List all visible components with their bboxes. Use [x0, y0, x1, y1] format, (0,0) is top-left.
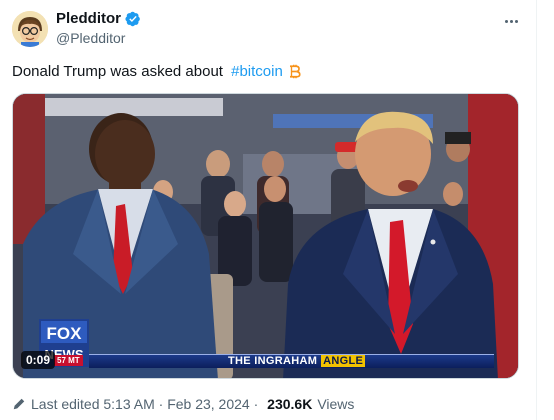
- tweet-text: Donald Trump was asked about #bitcoin: [12, 63, 302, 80]
- author-display-name[interactable]: Pledditor: [56, 10, 121, 27]
- tweet-text-body: Donald Trump was asked about: [12, 63, 228, 80]
- dot-icon: [514, 19, 518, 23]
- author-name-row: Pledditor: [56, 10, 141, 27]
- hashtag-link[interactable]: #bitcoin: [231, 63, 283, 80]
- edit-pencil-icon: [13, 398, 25, 410]
- author-avatar[interactable]: [12, 11, 48, 47]
- avatar-cartoon-icon: [12, 11, 48, 47]
- tweet-footer: Last edited 5:13 AM · Feb 23, 2024 · 230…: [12, 396, 354, 412]
- video-timestamp: 0:09: [21, 351, 56, 369]
- show-title-highlight: ANGLE: [321, 355, 366, 367]
- views-label: Views: [317, 396, 355, 412]
- tweet-card[interactable]: Pledditor @Pledditor Donald Trump was as…: [0, 0, 536, 420]
- show-title: THE INGRAHAM ANGLE: [228, 355, 366, 367]
- more-options-button[interactable]: [500, 12, 522, 30]
- views-count: 230.6K: [267, 396, 313, 412]
- show-title-prefix: THE INGRAHAM: [228, 355, 318, 367]
- timeline-divider: [536, 0, 537, 420]
- svg-text:FOX: FOX: [47, 324, 83, 343]
- video-player[interactable]: FOX NEWS 57 MT THE INGRAHAM ANGLE 0:09: [12, 93, 519, 379]
- bitcoin-icon: [289, 64, 301, 79]
- verified-badge-icon[interactable]: [125, 11, 141, 27]
- time-tag: 57 MT: [54, 355, 83, 366]
- dot-icon: [504, 19, 508, 23]
- edited-timestamp[interactable]: Last edited 5:13 AM · Feb 23, 2024 ·: [31, 396, 262, 412]
- author-handle[interactable]: @Pledditor: [56, 30, 125, 46]
- dot-icon: [509, 19, 513, 23]
